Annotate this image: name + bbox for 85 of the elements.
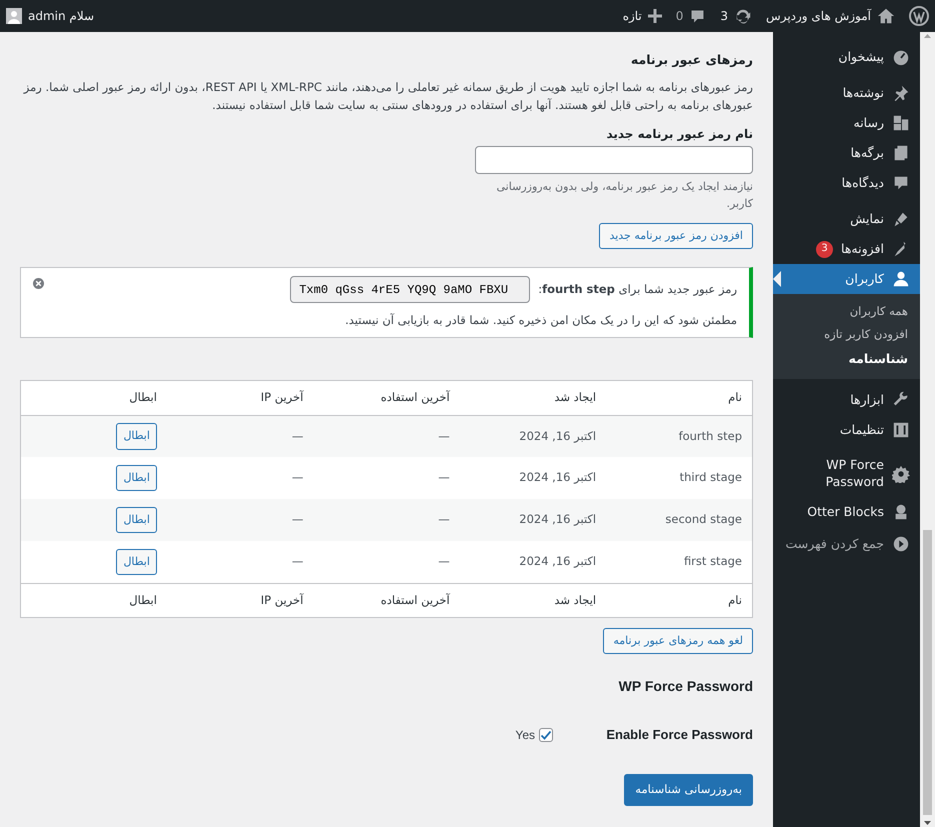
table-cell: اکتبر 16, 2024 — [460, 457, 606, 500]
close-icon[interactable] — [33, 278, 44, 290]
updates-link[interactable]: 3 — [720, 7, 752, 25]
collapse-menu-link[interactable]: جمع کردن فهرست — [773, 529, 920, 559]
column-header: آخرین IP — [166, 583, 314, 618]
refresh-icon — [734, 7, 752, 25]
user-icon — [892, 270, 910, 288]
submenu-item[interactable]: همه کاربران — [773, 300, 920, 324]
column-header: ایجاد شد — [460, 583, 606, 618]
checkbox[interactable] — [539, 728, 553, 742]
table-cell: اکتبر 16, 2024 — [460, 499, 606, 542]
section-heading: رمزهای عبور برنامه — [630, 52, 753, 67]
revoke-button[interactable]: ابطال — [116, 506, 157, 534]
submenu-item[interactable]: افزودن کاربر تازه — [773, 323, 920, 346]
count-badge: 3 — [816, 240, 834, 258]
menu-item[interactable]: پیشخوان — [773, 42, 920, 72]
column-header: آخرین استفاده — [313, 380, 460, 416]
checkbox-label: Yes — [515, 726, 535, 744]
menu-item[interactable]: نمایش — [773, 204, 920, 234]
wordpress-logo-icon — [909, 6, 929, 26]
field-label: نام رمز عبور برنامه جدید — [605, 126, 753, 143]
menu-item[interactable]: ابزارها — [773, 385, 920, 416]
update-profile-button[interactable]: به‌روزرسانی شناسنامه — [624, 774, 753, 806]
column-header: ابطال — [20, 583, 167, 618]
home-icon — [877, 7, 895, 25]
menu-item[interactable]: دیدگاه‌ها — [773, 168, 920, 198]
comment-icon — [689, 8, 706, 24]
menu-item[interactable]: نوشته‌ها — [773, 78, 920, 108]
menu-item[interactable]: رسانه — [773, 108, 920, 138]
revoke-button[interactable]: ابطال — [116, 548, 157, 576]
column-header: ایجاد شد — [460, 380, 606, 416]
table-cell: — — [313, 457, 460, 500]
avatar-icon — [6, 8, 22, 24]
revoke-button[interactable]: ابطال — [116, 423, 157, 450]
notice-warning: مطمئن شود که این را در یک مکان امن ذخیره کنید. شما قادر به بازیابی آن نیستید. — [344, 312, 737, 330]
table-cell: اکتبر 16, 2024 — [460, 541, 606, 584]
table-cell: — — [313, 541, 460, 584]
revoke-button[interactable]: ابطال — [116, 464, 157, 492]
table-cell: — — [166, 415, 314, 458]
column-header: نام — [606, 380, 752, 416]
table-cell: first stage — [606, 541, 752, 584]
scrollbar[interactable] — [920, 32, 935, 827]
table-cell: — — [313, 415, 460, 458]
field-label: Enable Force Password — [605, 726, 753, 744]
menu-item[interactable]: کاربران — [773, 264, 920, 294]
column-header: آخرین استفاده — [313, 583, 460, 618]
description-text: رمز عبورهای برنامه به شما اجازه تایید هویت از طریق سمانه غیر تعاملی را می‌دهند، مانند XML-RPC یا REST API، بدون ارائه رمز عبور اصلی شما. رمز عبورهای برنامه به راحتی قابل لغو هستند. آنها برای استفاده در ورودهای سنتی به سایت شما قابل استفاده نیستند. — [22, 79, 753, 114]
comments-link[interactable]: 0 — [676, 7, 706, 25]
section-heading: WP Force Password — [618, 678, 753, 695]
table-cell: — — [166, 457, 314, 500]
sliders-icon — [892, 421, 910, 440]
menu-item[interactable]: WP Force Password — [773, 451, 920, 497]
table-cell: second stage — [606, 499, 752, 542]
table-cell: — — [166, 499, 314, 542]
pages-icon — [892, 144, 910, 162]
column-header: آخرین IP — [166, 380, 314, 416]
account-link[interactable]: سلام admin — [6, 7, 94, 25]
brush-icon — [892, 210, 910, 228]
table-cell: fourth step — [606, 415, 752, 458]
pin-icon — [892, 84, 910, 102]
scroll-thumb[interactable] — [923, 530, 932, 815]
scroll-down-icon[interactable] — [923, 819, 932, 827]
table-cell: third stage — [606, 457, 752, 500]
site-link[interactable]: آموزش های وردپرس — [766, 7, 895, 25]
menu-item[interactable]: تنظیمات — [773, 415, 920, 446]
table-cell: اکتبر 16, 2024 — [460, 415, 606, 458]
gear-icon — [892, 465, 910, 484]
dashboard-icon — [892, 48, 910, 66]
comment-icon — [892, 174, 910, 192]
submenu-item[interactable]: شناسنامه — [773, 346, 920, 372]
menu-item[interactable]: برگه‌ها — [773, 138, 920, 168]
table-cell: — — [166, 541, 314, 584]
table-cell: — — [313, 499, 460, 542]
revoke-all-button[interactable]: لغو همه رمزهای عبور برنامه — [603, 628, 753, 654]
name-input[interactable] — [475, 146, 753, 174]
column-header: نام — [606, 583, 752, 618]
media-icon — [892, 114, 910, 132]
hint-text: نیازمند ایجاد یک رمز عبور برنامه، ولی بدون به‌روزرسانی کاربر. — [496, 178, 753, 212]
column-header: ابطال — [20, 380, 167, 416]
add-password-button[interactable]: افزودن رمز عبور برنامه جدید — [599, 222, 753, 250]
new-link[interactable]: تازه — [622, 7, 662, 25]
password-field[interactable]: Txm0 qGss 4rE5 YQ9Q 9aMO FBXU — [290, 276, 530, 304]
plus-icon — [648, 9, 662, 23]
play-icon — [892, 535, 910, 553]
menu-item[interactable]: Otter Blocks — [773, 497, 920, 527]
